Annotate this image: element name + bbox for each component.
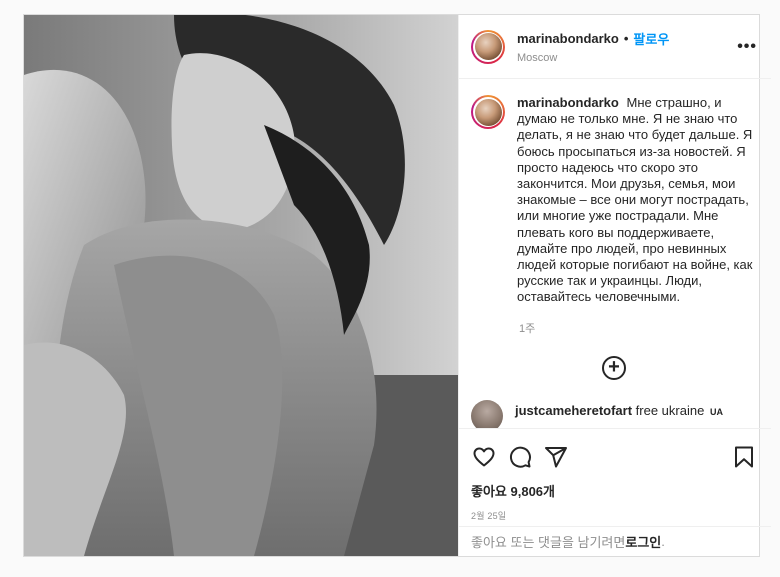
caption: marinabondarko Мне страшно, и думаю не т… [471,95,757,306]
author-username[interactable]: marinabondarko [517,31,619,46]
post-photo[interactable] [24,15,458,556]
location-link[interactable]: Moscow [517,52,737,64]
post-date[interactable]: 2월 25일 [471,509,757,522]
caption-avatar[interactable] [471,95,505,129]
share-icon[interactable] [543,444,569,470]
comment-text: free ukraine [635,402,705,418]
comment-item: justcameheretofart free ukraine UA [471,399,757,428]
post-photo-image [24,15,458,556]
header-text: marinabondarko • 팔로우 Moscow [517,29,737,64]
comments-area: marinabondarko Мне страшно, и думаю не т… [459,79,771,428]
caption-text: Мне страшно, и думаю не только мне. Я не… [517,95,753,305]
login-prompt-text: 좋아요 또는 댓글을 남기려면 [471,535,626,550]
like-count[interactable]: 좋아요 9,806개 [471,481,757,500]
heart-icon[interactable] [471,444,497,470]
caption-body: marinabondarko Мне страшно, и думаю не т… [517,95,757,306]
login-prompt-suffix: . [661,534,665,549]
bookmark-icon[interactable] [731,444,757,470]
plus-circle-icon[interactable]: + [602,355,626,380]
flag-ua: UA [709,406,723,417]
post-header: marinabondarko • 팔로우 Moscow ••• [459,15,771,79]
follow-button[interactable]: 팔로우 [633,29,669,48]
post-sidebar: marinabondarko • 팔로우 Moscow ••• marinabo… [458,15,771,556]
post-card: marinabondarko • 팔로우 Moscow ••• marinabo… [23,14,771,557]
more-options-icon[interactable]: ••• [737,38,757,56]
login-link[interactable]: 로그인 [625,532,661,551]
avatar-image [474,33,502,60]
caption-username[interactable]: marinabondarko [517,95,619,110]
separator-dot: • [623,31,629,46]
comment-username[interactable]: justcameheretofart [515,403,632,418]
comment-avatar[interactable] [471,399,503,428]
comment-icon[interactable] [507,444,533,470]
avatar[interactable] [471,29,505,64]
login-prompt: 좋아요 또는 댓글을 남기려면 로그인 . [459,526,771,556]
caption-time[interactable]: 1주 [519,320,757,336]
action-bar: 좋아요 9,806개 2월 25일 [459,428,771,526]
